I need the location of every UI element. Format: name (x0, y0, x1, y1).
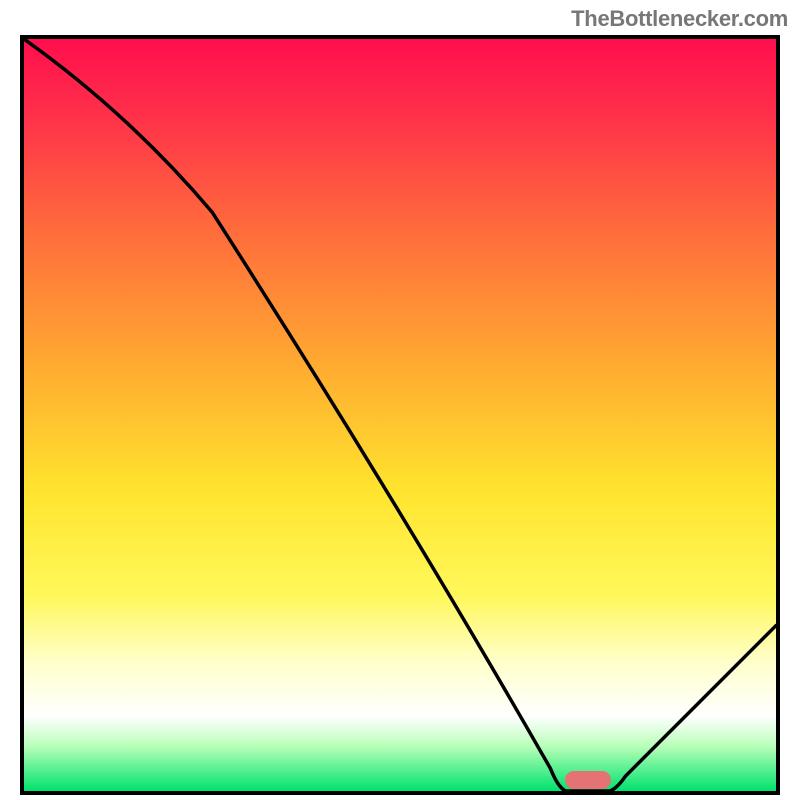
curve-path (24, 39, 776, 791)
line-chart-svg (24, 39, 776, 791)
plot-border (20, 35, 780, 795)
optimum-marker (565, 771, 610, 789)
attribution-label: TheBottlenecker.com (571, 6, 788, 32)
plot-area (24, 39, 776, 791)
chart-frame: TheBottlenecker.com (0, 0, 800, 800)
